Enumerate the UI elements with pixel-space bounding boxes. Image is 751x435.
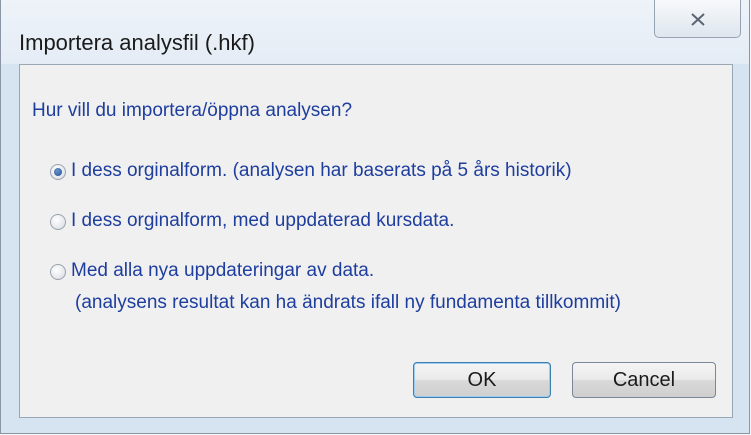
cancel-button[interactable]: Cancel — [572, 362, 716, 398]
close-button[interactable] — [654, 0, 741, 38]
close-icon — [691, 13, 705, 26]
ok-button[interactable]: OK — [413, 362, 551, 398]
option-label-all-updates[interactable]: Med alla nya uppdateringar av data. — [71, 260, 374, 282]
radio-option-original[interactable] — [50, 164, 66, 180]
radio-option-all-updates[interactable] — [50, 264, 66, 280]
option-label-updated-prices[interactable]: I dess orginalform, med uppdaterad kursd… — [71, 210, 454, 232]
title-bar: Importera analysfil (.hkf) — [1, 0, 749, 64]
option-note: (analysens resultat kan ha ändrats ifall… — [75, 292, 621, 313]
dialog-title: Importera analysfil (.hkf) — [19, 30, 255, 55]
option-label-original[interactable]: I dess orginalform. (analysen har basera… — [71, 160, 572, 182]
radio-option-updated-prices[interactable] — [50, 214, 66, 230]
question-text: Hur vill du importera/öppna analysen? — [32, 100, 353, 121]
